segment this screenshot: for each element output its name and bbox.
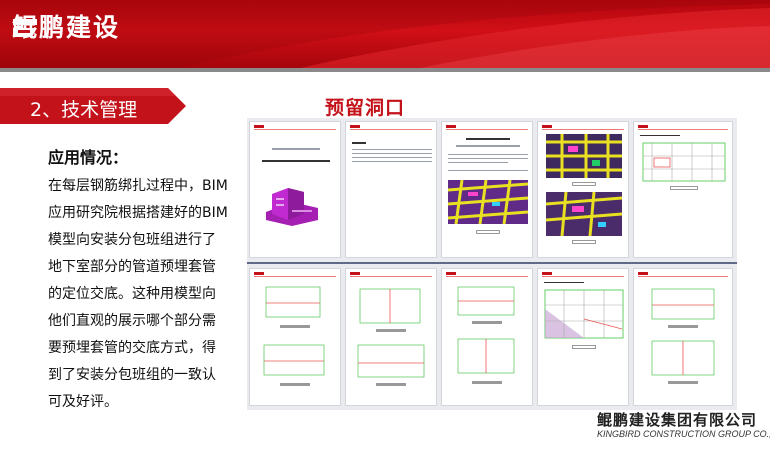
header-banner: 鲲鹏建设 <box>0 0 770 68</box>
rebar-model-image <box>546 134 622 178</box>
kingbird-logo-icon <box>13 19 37 37</box>
description-line: 地下室部分的管道预埋套管 <box>48 259 216 275</box>
header-divider <box>0 68 770 72</box>
description-line: 可及好评。 <box>48 394 118 410</box>
description-line: 他们直观的展示哪个部分需 <box>48 313 216 329</box>
panel-divider <box>247 262 737 264</box>
company-name-cn: 鲲鹏建设集团有限公司 <box>597 411 758 429</box>
floor-plan-image <box>642 142 726 182</box>
building-model-image <box>266 188 318 226</box>
section-tab: 2、技术管理 <box>0 88 186 124</box>
rebar-model-image <box>546 192 622 236</box>
floor-plan-image <box>544 289 624 339</box>
document-page-rebar-images[interactable] <box>537 121 629 258</box>
description-line: 的定位交底。这种用模型向 <box>48 286 216 302</box>
document-thumbnail-panel <box>247 118 737 410</box>
description-line: 到了安装分包班组的一致认 <box>48 367 216 383</box>
document-page-floor-plan[interactable] <box>633 121 733 258</box>
document-page-cover[interactable] <box>249 121 341 258</box>
pipe-sleeve-drawing <box>263 286 325 386</box>
brand-logo[interactable]: 鲲鹏建设 <box>12 15 120 40</box>
company-name-en: KINGBIRD CONSTRUCTION GROUP CO.,LTD <box>597 429 770 439</box>
description-line: 在每层钢筋绑扎过程中，BIM <box>48 178 228 194</box>
pipe-sleeve-drawing <box>651 288 715 384</box>
description-line: 模型向安装分包班组进行了 <box>48 232 216 248</box>
application-heading: 应用情况： <box>48 148 129 167</box>
pipe-sleeve-drawing <box>357 288 425 386</box>
document-page-detail[interactable] <box>633 268 733 406</box>
pipe-sleeve-drawing <box>457 286 515 384</box>
description-line: 应用研究院根据搭建好的BIM <box>48 205 228 221</box>
document-page-detail[interactable] <box>441 268 533 406</box>
document-page-detail[interactable] <box>249 268 341 406</box>
document-page-contents[interactable] <box>345 121 437 258</box>
section-title: 2、技术管理 <box>30 99 138 121</box>
rebar-model-image <box>448 180 528 224</box>
document-page-detail[interactable] <box>345 268 437 406</box>
document-page-overview[interactable] <box>441 121 533 258</box>
description-line: 要预埋套管的交底方式，得 <box>48 340 216 356</box>
application-description: 在每层钢筋绑扎过程中，BIM 应用研究院根据搭建好的BIM 模型向安装分包班组进… <box>48 173 248 416</box>
reserve-opening-title: 预留洞口 <box>325 97 406 119</box>
document-page-floor-plan[interactable] <box>537 268 629 406</box>
